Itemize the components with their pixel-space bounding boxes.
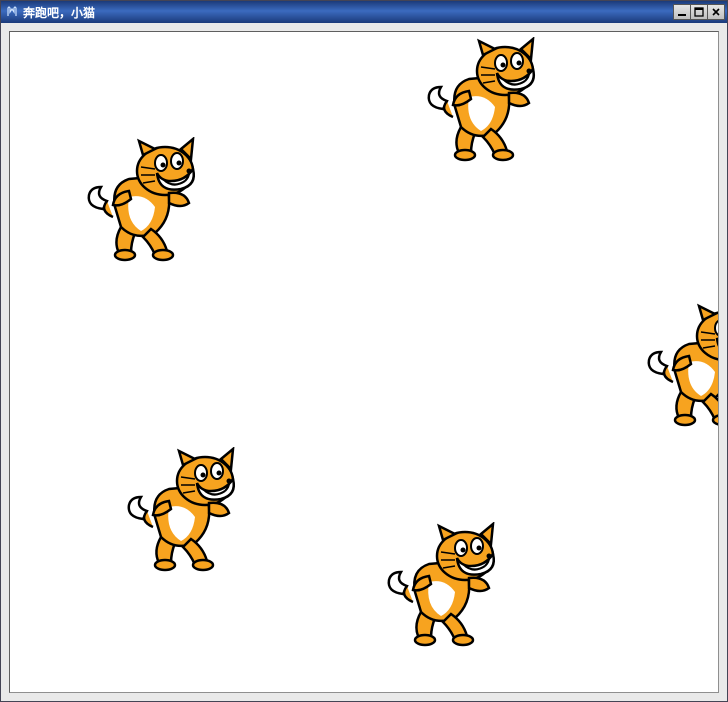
minimize-button[interactable] xyxy=(673,4,691,20)
maximize-button[interactable] xyxy=(690,4,708,20)
app-icon xyxy=(5,5,19,19)
window-controls xyxy=(673,4,725,20)
window-title: 奔跑吧，小猫 xyxy=(23,4,95,21)
application-window: 奔跑吧，小猫 xyxy=(0,0,728,702)
close-button[interactable] xyxy=(707,4,725,20)
cat-4[interactable] xyxy=(125,447,245,577)
canvas[interactable] xyxy=(9,31,719,693)
title-left: 奔跑吧，小猫 xyxy=(5,4,95,21)
titlebar: 奔跑吧，小猫 xyxy=(1,1,727,23)
cat-5[interactable] xyxy=(385,522,505,652)
cat-2[interactable] xyxy=(85,137,205,267)
client-area xyxy=(1,23,727,701)
cat-3[interactable] xyxy=(645,302,719,432)
cat-1[interactable] xyxy=(425,37,545,167)
